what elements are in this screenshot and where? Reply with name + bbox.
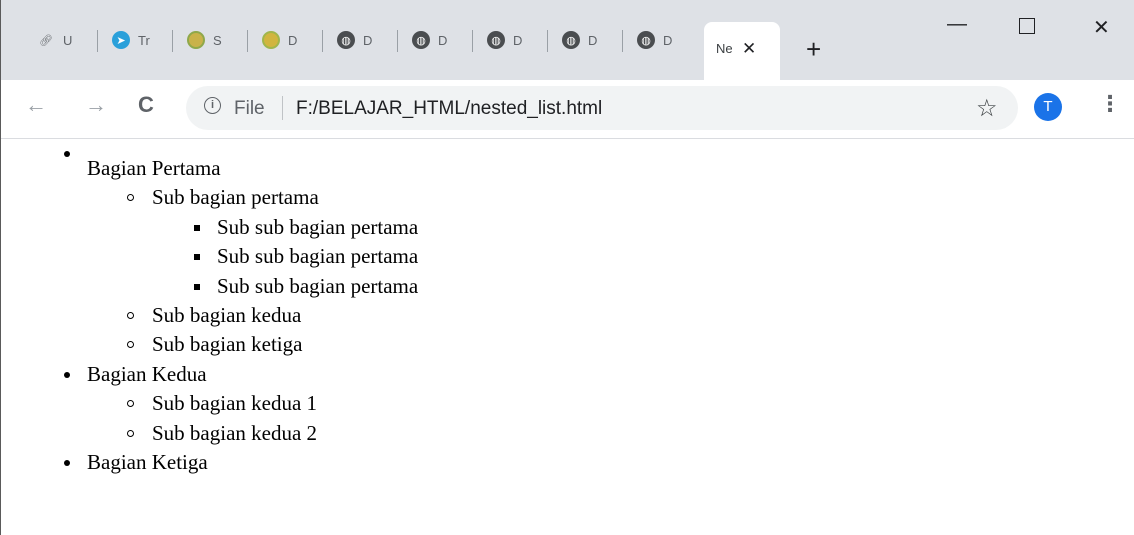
tab-active[interactable]: Ne ✕ <box>704 22 780 80</box>
emblem-icon <box>262 31 280 49</box>
tab-3[interactable]: S <box>173 20 248 60</box>
list-item: Sub bagian kedua <box>127 301 1134 330</box>
list-item-label: Sub bagian pertama <box>152 185 319 210</box>
list-item: Bagian Kedua Sub bagian kedua 1 Sub bagi… <box>64 360 1134 448</box>
close-window-button[interactable]: ✕ <box>1093 18 1110 38</box>
forward-button[interactable]: → <box>85 94 107 116</box>
list-item-label: Bagian Pertama <box>87 156 221 180</box>
address-bar[interactable]: i File F:/BELAJAR_HTML/nested_list.html … <box>186 86 1018 130</box>
new-tab-button[interactable]: + <box>806 36 821 62</box>
sub-list: Sub bagian kedua 1 Sub bagian kedua 2 <box>87 389 1134 448</box>
bookmark-star-icon[interactable]: ☆ <box>976 94 998 123</box>
tab-5[interactable]: ◍ D <box>323 20 398 60</box>
tab-title: Tr <box>138 32 150 48</box>
profile-avatar[interactable]: T <box>1034 93 1062 121</box>
tab-title: Ne <box>716 41 733 56</box>
reload-button[interactable]: C <box>138 94 154 116</box>
list-item-label: Sub sub bagian pertama <box>217 273 419 298</box>
list-item: Sub bagian pertama Sub sub bagian pertam… <box>127 183 1134 301</box>
list-item-label: Bagian Ketiga <box>87 450 208 475</box>
back-button[interactable]: ← <box>25 94 47 116</box>
url-text[interactable]: F:/BELAJAR_HTML/nested_list.html <box>296 98 602 120</box>
list-item: Sub bagian kedua 2 <box>127 419 1134 448</box>
list-item-label: Sub bagian kedua 2 <box>152 420 318 445</box>
list-item: Sub sub bagian pertama <box>194 213 1134 242</box>
globe-icon: ◍ <box>487 31 505 49</box>
menu-icon[interactable]: ⋮ <box>1099 93 1121 115</box>
tab-strip: 🔗︎ U ➤ Tr S D ◍ D ◍ D ◍ D ◍ D ◍ D Ne ✕ +… <box>1 0 1134 80</box>
telegram-icon: ➤ <box>112 31 130 49</box>
nested-list: Bagian Pertama Sub bagian pertama Sub su… <box>1 139 1134 477</box>
tab-title: D <box>438 32 448 48</box>
tab-title: D <box>513 32 523 48</box>
list-item-label: Sub bagian kedua 1 <box>152 391 318 416</box>
tab-2[interactable]: ➤ Tr <box>98 20 173 60</box>
tab-9[interactable]: ◍ D <box>623 20 698 60</box>
tab-7[interactable]: ◍ D <box>473 20 548 60</box>
page-content: Bagian Pertama Sub bagian pertama Sub su… <box>1 139 1134 535</box>
emblem-icon <box>187 31 205 49</box>
close-tab-icon[interactable]: ✕ <box>742 40 756 57</box>
tab-title: U <box>63 32 73 48</box>
list-item: Bagian Ketiga <box>64 448 1134 477</box>
globe-icon: ◍ <box>637 31 655 49</box>
link-icon: 🔗︎ <box>39 34 53 47</box>
scheme-label: File <box>234 98 265 119</box>
list-item: Bagian Pertama Sub bagian pertama Sub su… <box>64 139 1134 360</box>
tab-8[interactable]: ◍ D <box>548 20 623 60</box>
tab-1[interactable]: 🔗︎ U <box>23 20 98 60</box>
list-item-label: Sub bagian ketiga <box>152 332 303 357</box>
tab-6[interactable]: ◍ D <box>398 20 473 60</box>
globe-icon: ◍ <box>562 31 580 49</box>
list-item-label: Sub sub bagian pertama <box>217 214 419 239</box>
minimize-button[interactable]: — <box>947 14 967 34</box>
list-item: Sub bagian kedua 1 <box>127 389 1134 418</box>
tab-title: D <box>663 32 673 48</box>
tab-title: S <box>213 32 222 48</box>
sub-list: Sub bagian pertama Sub sub bagian pertam… <box>87 183 1134 359</box>
list-item-label: Sub bagian kedua <box>152 303 302 328</box>
globe-icon: ◍ <box>412 31 430 49</box>
list-item-label: Sub sub bagian pertama <box>217 244 419 269</box>
tab-title: D <box>363 32 373 48</box>
address-separator <box>282 96 283 120</box>
maximize-icon <box>1019 18 1035 34</box>
browser-window: 🔗︎ U ➤ Tr S D ◍ D ◍ D ◍ D ◍ D ◍ D Ne ✕ +… <box>0 0 1134 535</box>
list-item: Sub sub bagian pertama <box>194 272 1134 301</box>
maximize-button[interactable] <box>1019 18 1035 37</box>
list-item: Sub sub bagian pertama <box>194 242 1134 271</box>
tab-title: D <box>288 32 298 48</box>
list-item-label: Bagian Kedua <box>87 361 207 386</box>
tab-4[interactable]: D <box>248 20 323 60</box>
tab-title: D <box>588 32 598 48</box>
globe-icon: ◍ <box>337 31 355 49</box>
info-icon[interactable]: i <box>204 97 221 114</box>
toolbar: ← → C i File F:/BELAJAR_HTML/nested_list… <box>1 80 1134 139</box>
sub-sub-list: Sub sub bagian pertama Sub sub bagian pe… <box>152 213 1134 301</box>
list-item: Sub bagian ketiga <box>127 330 1134 359</box>
